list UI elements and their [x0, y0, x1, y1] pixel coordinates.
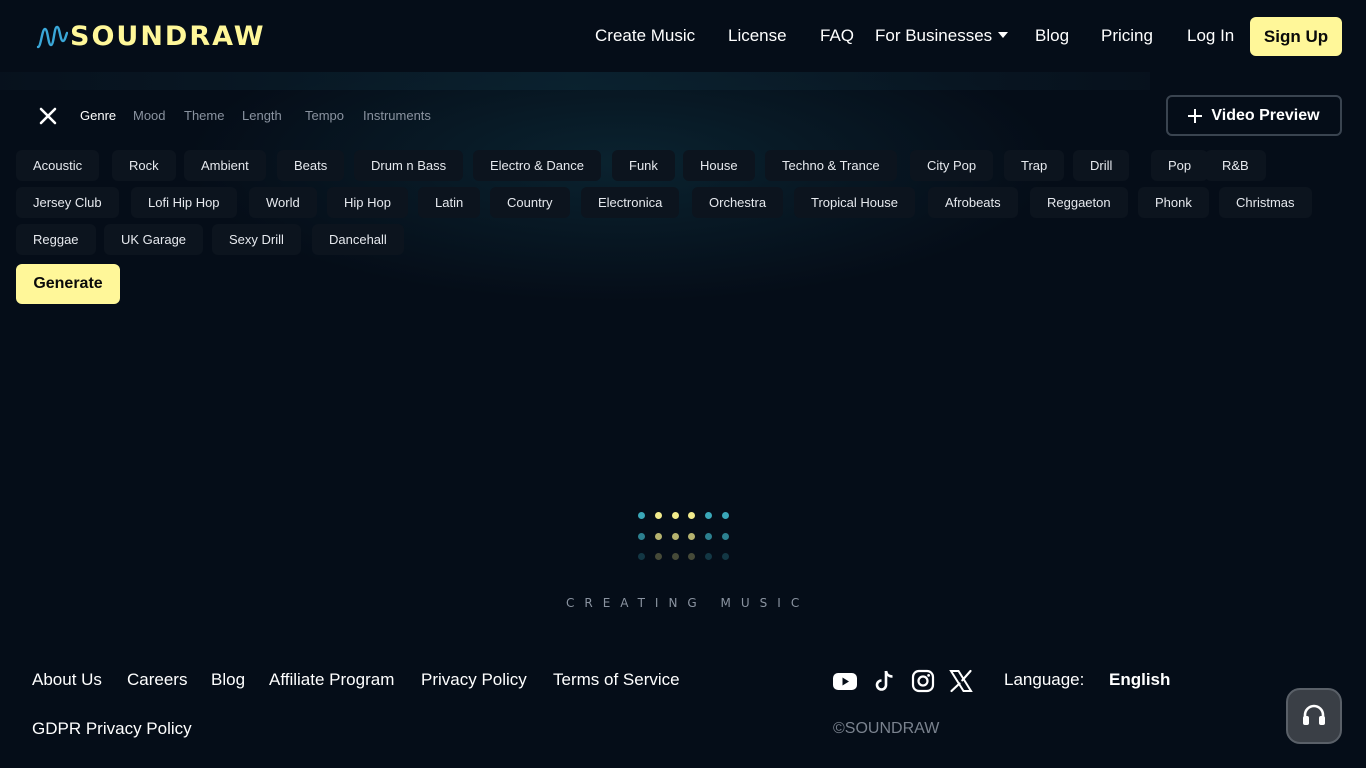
- support-chat-button[interactable]: [1286, 688, 1342, 744]
- genre-chip[interactable]: Reggae: [16, 224, 96, 255]
- genre-chip[interactable]: Reggaeton: [1030, 187, 1128, 218]
- genre-chip[interactable]: Dancehall: [312, 224, 404, 255]
- genre-chip[interactable]: Phonk: [1138, 187, 1209, 218]
- loading-dot: [671, 512, 679, 519]
- loading-dot: [654, 553, 662, 560]
- loading-dot: [638, 512, 645, 519]
- tab-mood[interactable]: Mood: [133, 108, 166, 123]
- youtube-icon[interactable]: [832, 668, 858, 694]
- footer-affiliate-program[interactable]: Affiliate Program: [269, 670, 394, 690]
- signup-button[interactable]: Sign Up: [1250, 17, 1342, 56]
- loading-dot: [638, 553, 645, 560]
- copyright-text: ©SOUNDRAW: [833, 720, 940, 737]
- genre-chip[interactable]: Rock: [112, 150, 176, 181]
- tab-genre[interactable]: Genre: [80, 108, 116, 123]
- loading-dot: [722, 532, 729, 540]
- genre-chip[interactable]: Techno & Trance: [765, 150, 897, 181]
- loading-dot: [705, 532, 713, 540]
- genre-chip[interactable]: Sexy Drill: [212, 224, 301, 255]
- genre-chip[interactable]: Jersey Club: [16, 187, 119, 218]
- footer-terms-of-service[interactable]: Terms of Service: [553, 670, 680, 690]
- nav-faq[interactable]: FAQ: [820, 26, 854, 46]
- loading-dot: [671, 532, 679, 540]
- tab-theme[interactable]: Theme: [184, 108, 224, 123]
- genre-chip[interactable]: Hip Hop: [327, 187, 408, 218]
- nav-for-businesses-label: For Businesses: [875, 26, 993, 45]
- nav-license[interactable]: License: [728, 26, 787, 46]
- nav-create-music[interactable]: Create Music: [595, 26, 695, 46]
- loading-dot: [671, 553, 679, 560]
- footer-about-us[interactable]: About Us: [32, 670, 102, 690]
- genre-chip[interactable]: Electro & Dance: [473, 150, 601, 181]
- genre-chip[interactable]: Latin: [418, 187, 481, 218]
- genre-chip[interactable]: Tropical House: [794, 187, 915, 218]
- tab-tempo[interactable]: Tempo: [305, 108, 344, 123]
- loading-dot: [722, 553, 729, 560]
- genre-chip[interactable]: Trap: [1004, 150, 1065, 181]
- close-icon[interactable]: [38, 106, 58, 126]
- genre-chip[interactable]: Drill: [1073, 150, 1130, 181]
- genre-chip[interactable]: Afrobeats: [928, 187, 1018, 218]
- video-preview-label: Video Preview: [1211, 106, 1320, 124]
- genre-chip[interactable]: Beats: [277, 150, 345, 181]
- plus-icon: [1188, 108, 1203, 123]
- instagram-icon[interactable]: [910, 668, 936, 694]
- loading-dot: [654, 512, 662, 519]
- nav-for-businesses[interactable]: For Businesses: [875, 26, 1009, 46]
- loading-dot: [688, 553, 696, 560]
- genre-chip[interactable]: Funk: [612, 150, 675, 181]
- genre-chip[interactable]: Lofi Hip Hop: [131, 187, 237, 218]
- language-label: Language:: [1004, 670, 1085, 689]
- genre-chip[interactable]: House: [683, 150, 755, 181]
- creating-music-text: CREATING MUSIC: [566, 596, 806, 612]
- genre-chip[interactable]: Drum n Bass: [354, 150, 464, 181]
- genre-chip[interactable]: R&B: [1205, 150, 1266, 181]
- language-selector[interactable]: English: [1109, 670, 1170, 690]
- genre-chip[interactable]: Electronica: [581, 187, 680, 218]
- genre-chip[interactable]: Christmas: [1219, 187, 1312, 218]
- site-header: SOUNDRAW Create Music License FAQ For Bu…: [0, 0, 1366, 72]
- genre-chip[interactable]: World: [249, 187, 317, 218]
- caret-down-icon: [998, 32, 1009, 38]
- loading-dot: [705, 553, 713, 560]
- footer-privacy-policy[interactable]: Privacy Policy: [421, 670, 527, 690]
- footer-blog[interactable]: Blog: [211, 670, 245, 690]
- loading-dot: [688, 512, 696, 519]
- genre-chip[interactable]: City Pop: [910, 150, 994, 181]
- x-icon[interactable]: [948, 668, 974, 694]
- nav-blog[interactable]: Blog: [1035, 26, 1069, 46]
- nav-login[interactable]: Log In: [1187, 26, 1234, 46]
- genre-chip[interactable]: Acoustic: [16, 150, 100, 181]
- footer-careers[interactable]: Careers: [127, 670, 187, 690]
- loading-dots: [634, 509, 734, 565]
- loading-dot: [722, 512, 729, 519]
- footer-gdpr-privacy-policy[interactable]: GDPR Privacy Policy: [32, 719, 192, 739]
- generate-button[interactable]: Generate: [16, 264, 120, 304]
- loading-dot: [638, 532, 645, 540]
- nav-pricing[interactable]: Pricing: [1101, 26, 1153, 46]
- loading-dot: [688, 532, 696, 540]
- loading-dot: [654, 532, 662, 540]
- creating-music-label: CREATING MUSIC: [566, 596, 810, 610]
- genre-chip[interactable]: UK Garage: [104, 224, 204, 255]
- genre-chip[interactable]: Pop: [1151, 150, 1209, 181]
- tab-instruments[interactable]: Instruments: [363, 108, 431, 123]
- genre-chip[interactable]: Ambient: [184, 150, 266, 181]
- genre-chip[interactable]: Orchestra: [692, 187, 784, 218]
- genre-chip[interactable]: Country: [490, 187, 570, 218]
- headset-icon: [1303, 704, 1325, 725]
- loading-dot: [705, 512, 713, 519]
- tiktok-icon[interactable]: [872, 668, 898, 694]
- tab-length[interactable]: Length: [242, 108, 282, 123]
- video-preview-button[interactable]: Video Preview: [1166, 95, 1342, 136]
- main-nav: Create Music License FAQ For Businesses …: [0, 18, 1366, 56]
